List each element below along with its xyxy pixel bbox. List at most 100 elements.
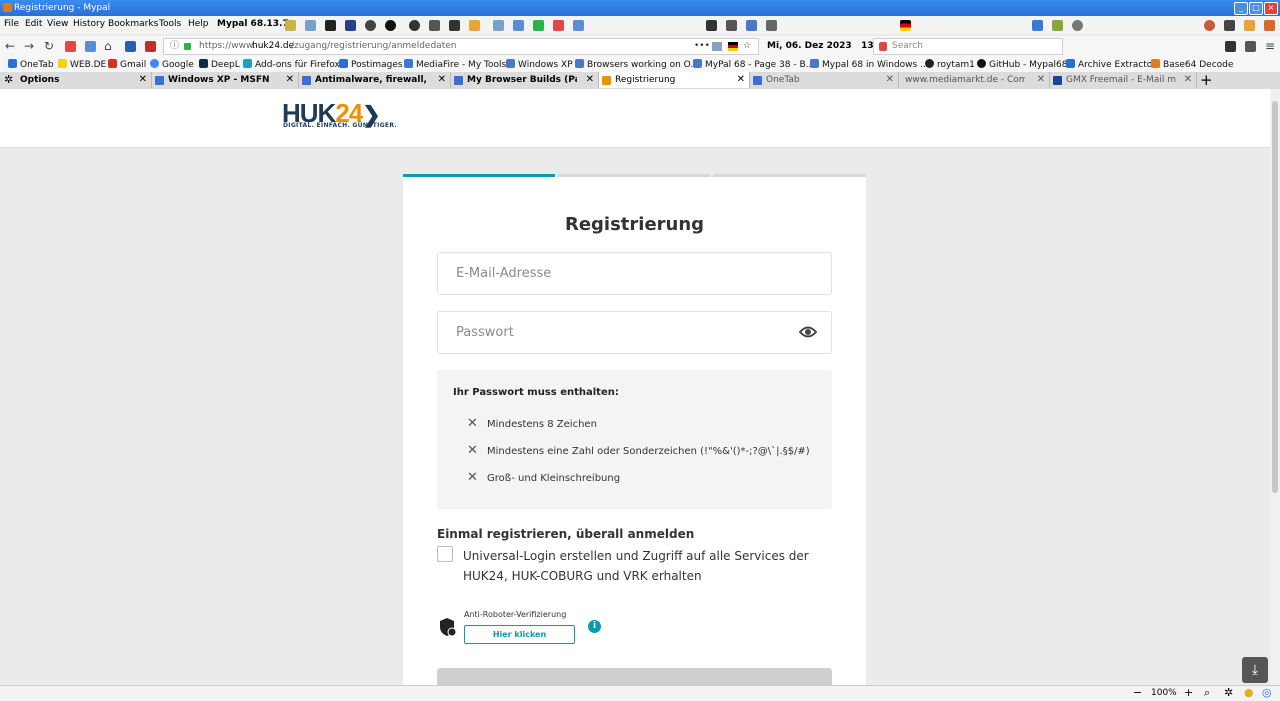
bookmark-item[interactable]: GitHub - Mypal68 bbox=[977, 59, 1067, 70]
sidebar-icon[interactable] bbox=[1225, 41, 1236, 52]
keyboard-icon[interactable] bbox=[1224, 20, 1235, 31]
bookmark-item[interactable]: OneTab bbox=[8, 59, 54, 70]
fullscreen-icon[interactable] bbox=[706, 20, 717, 31]
tab-registrierung[interactable]: Registrierung ✕ bbox=[599, 72, 750, 88]
v-icon[interactable] bbox=[125, 41, 136, 52]
search-icon[interactable]: ⌕ bbox=[1204, 686, 1210, 700]
close-tab-icon[interactable]: ✕ bbox=[438, 72, 446, 88]
gear-icon[interactable]: ✲ bbox=[1224, 686, 1233, 699]
bookmark-item[interactable]: DeepL bbox=[199, 59, 240, 70]
addon-icon[interactable] bbox=[85, 41, 96, 52]
menu-bookmarks[interactable]: Bookmarks bbox=[108, 19, 158, 29]
external-link-icon[interactable] bbox=[726, 20, 737, 31]
bookmark-item[interactable]: WEB.DE bbox=[58, 59, 106, 70]
eye-icon[interactable] bbox=[799, 325, 817, 339]
wrench-icon[interactable] bbox=[429, 20, 440, 31]
tab-options[interactable]: ✲ Options ✕ bbox=[0, 72, 152, 88]
captcha-button[interactable]: Hier klicken bbox=[464, 625, 575, 644]
info-icon[interactable]: i bbox=[588, 620, 601, 633]
bookmark-item[interactable]: MediaFire - My Tools bbox=[404, 59, 506, 70]
record-icon[interactable] bbox=[385, 20, 396, 31]
chart-icon[interactable] bbox=[493, 20, 504, 31]
bookmark-item[interactable]: Add-ons für Firefox bbox=[243, 59, 340, 70]
shield-icon[interactable] bbox=[1072, 20, 1083, 31]
german-flag-icon[interactable] bbox=[900, 20, 911, 31]
tab-onetab[interactable]: OneTab ✕ bbox=[750, 72, 899, 88]
language-flag-icon[interactable] bbox=[728, 42, 738, 51]
close-tab-icon[interactable]: ✕ bbox=[586, 72, 594, 88]
terminal-icon[interactable] bbox=[325, 20, 336, 31]
bookmark-item[interactable]: Postimages bbox=[339, 59, 403, 70]
bookmark-item[interactable]: Mypal 68 in Windows ... bbox=[810, 59, 929, 70]
star-icon[interactable]: ☆ bbox=[743, 39, 751, 54]
addon-icon[interactable] bbox=[65, 41, 76, 52]
submit-button[interactable] bbox=[437, 668, 832, 685]
menu-edit[interactable]: Edit bbox=[25, 19, 42, 29]
avatar[interactable] bbox=[1204, 20, 1215, 31]
bookmark-item[interactable]: Windows XP bbox=[506, 59, 573, 70]
universal-login-checkbox[interactable] bbox=[437, 546, 453, 562]
bookmark-item[interactable]: Gmail bbox=[108, 59, 146, 70]
bookmark-item[interactable]: roytam1 bbox=[925, 59, 975, 70]
library-icon[interactable] bbox=[1245, 41, 1256, 52]
menu-help[interactable]: Help bbox=[188, 19, 209, 29]
maximize-button[interactable]: □ bbox=[1249, 2, 1263, 15]
puzzle-icon[interactable] bbox=[449, 20, 460, 31]
translate-page-icon[interactable] bbox=[746, 20, 757, 31]
download-icon[interactable] bbox=[1032, 20, 1043, 31]
hamburger-menu-icon[interactable]: ≡ bbox=[1265, 39, 1275, 53]
menu-file[interactable]: File bbox=[4, 19, 19, 29]
search-input[interactable]: Search bbox=[873, 38, 1063, 55]
gear-icon[interactable] bbox=[409, 20, 420, 31]
close-tab-icon[interactable]: ✕ bbox=[1184, 72, 1192, 88]
tab-gmx[interactable]: GMX Freemail - E-Mail ma... ✕ bbox=[1050, 72, 1197, 88]
save-icon[interactable] bbox=[345, 20, 356, 31]
pen-icon[interactable] bbox=[1244, 20, 1255, 31]
screenshot-icon[interactable] bbox=[365, 20, 376, 31]
translate-icon[interactable] bbox=[513, 20, 524, 31]
lightbulb-icon[interactable]: ● bbox=[1244, 686, 1254, 699]
bookmark-item[interactable]: MyPal 68 - Page 38 - B... bbox=[693, 59, 814, 70]
password-field[interactable]: Passwort bbox=[437, 311, 832, 354]
tab-mediamarkt[interactable]: www.mediamarkt.de - Compa... ✕ bbox=[899, 72, 1050, 88]
menu-tools[interactable]: Tools bbox=[159, 19, 181, 29]
zoom-level[interactable]: 100% bbox=[1151, 688, 1177, 698]
tab-browser-builds[interactable]: My Browser Builds (Part 4) ✕ bbox=[451, 72, 599, 88]
close-tab-icon[interactable]: ✕ bbox=[886, 72, 894, 88]
menu-history[interactable]: History bbox=[73, 19, 105, 29]
close-tab-icon[interactable]: ✕ bbox=[737, 72, 745, 88]
csp-icon[interactable] bbox=[533, 20, 544, 31]
tab-msfn[interactable]: Windows XP - MSFN ✕ bbox=[152, 72, 299, 88]
zoom-out-icon[interactable]: − bbox=[1133, 686, 1142, 699]
scrollbar-thumb[interactable] bbox=[1272, 101, 1278, 493]
bookmark-item[interactable]: Google bbox=[150, 59, 194, 70]
rss-icon[interactable] bbox=[1264, 20, 1275, 31]
close-tab-icon[interactable]: ✕ bbox=[139, 72, 147, 88]
sync-icon[interactable]: ◎ bbox=[1262, 686, 1272, 699]
info-icon[interactable]: ⓘ bbox=[170, 39, 179, 54]
reload-icon[interactable]: ↻ bbox=[44, 39, 54, 53]
download-icon[interactable]: ⤓ bbox=[1242, 657, 1268, 683]
notes-icon[interactable] bbox=[285, 20, 296, 31]
page-actions-icon[interactable]: ••• bbox=[694, 39, 710, 54]
zoom-in-icon[interactable]: + bbox=[1184, 686, 1193, 699]
close-tab-icon[interactable]: ✕ bbox=[286, 72, 294, 88]
home-icon[interactable]: ⌂ bbox=[104, 39, 112, 53]
bookmark-item[interactable]: Browsers working on O... bbox=[575, 59, 699, 70]
scrollbar[interactable] bbox=[1270, 89, 1280, 685]
tab-antimalware[interactable]: Antimalware, firewall, and ... ✕ bbox=[299, 72, 451, 88]
cookie-icon[interactable] bbox=[553, 20, 564, 31]
reader-icon[interactable] bbox=[712, 42, 722, 51]
url-bar[interactable]: ⓘ https://www. huk24.de /zugang/registri… bbox=[163, 38, 759, 55]
back-icon[interactable]: ← bbox=[5, 39, 15, 53]
new-tab-button[interactable]: + bbox=[1200, 71, 1213, 89]
bookmark-item[interactable]: Base64 Decode bbox=[1151, 59, 1233, 70]
ublock-icon[interactable] bbox=[145, 41, 156, 52]
universal-login-label[interactable]: Universal-Login erstellen und Zugriff au… bbox=[463, 546, 823, 586]
forward-icon[interactable]: → bbox=[24, 39, 34, 53]
email-field[interactable]: E-Mail-Adresse bbox=[437, 252, 832, 295]
document-icon[interactable] bbox=[305, 20, 316, 31]
search-engine-icon[interactable] bbox=[879, 42, 887, 51]
bookmark-manager-icon[interactable] bbox=[573, 20, 584, 31]
minimize-button[interactable]: _ bbox=[1234, 2, 1248, 15]
